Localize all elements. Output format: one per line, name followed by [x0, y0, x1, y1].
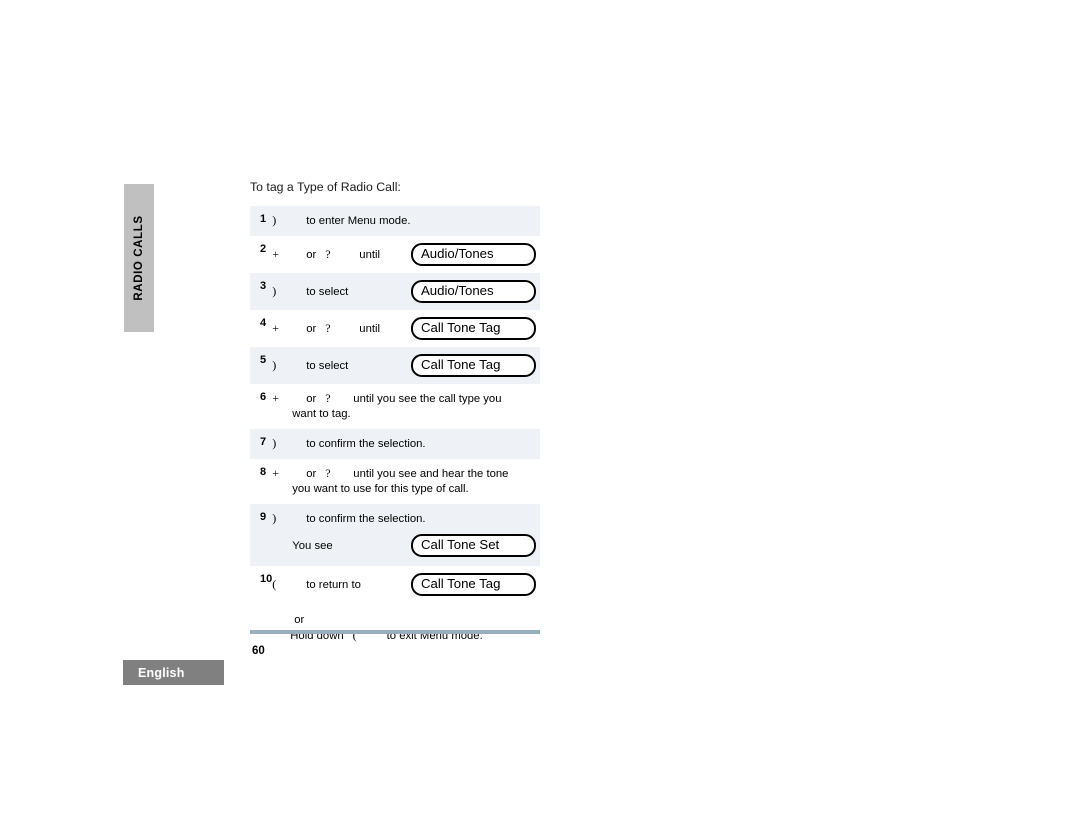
step-body: + or? until you see and hear the tone you …: [272, 459, 540, 504]
subline-label: You see: [292, 539, 333, 552]
table-row: 8 + or? until you see and hear the tone yo…: [250, 459, 540, 504]
step-suffix: until: [359, 322, 381, 335]
table-row: 3 ) to select Audio/Tones: [250, 273, 540, 310]
step-text: to enter Menu mode.: [306, 215, 411, 227]
procedure-title: To tag a Type of Radio Call:: [250, 180, 401, 194]
table-row: 5 ) to select Call Tone Tag: [250, 347, 540, 384]
language-tab-label: English: [138, 665, 185, 680]
radio-display-box: Audio/Tones: [411, 243, 536, 266]
button-symbol-icon: ): [272, 283, 277, 298]
step-connector: or: [306, 468, 317, 480]
step-number: 5: [260, 354, 267, 366]
manual-page: RADIO CALLS To tag a Type of Radio Call:…: [0, 0, 1080, 834]
radio-display-box: Audio/Tones: [411, 280, 536, 303]
step-number: 2: [260, 243, 267, 255]
table-row-subline: You see Call Tone Set: [250, 534, 540, 566]
language-tab: English: [123, 660, 224, 685]
step-number: 7: [260, 436, 267, 448]
button-symbol-icon: +: [272, 466, 280, 480]
button-symbol-icon: ): [272, 511, 277, 525]
button-symbol-icon: ): [272, 357, 277, 372]
table-row: 1 ) to enter Menu mode.: [250, 206, 540, 236]
radio-display-box: Call Tone Tag: [411, 354, 536, 377]
step-text: to select: [306, 285, 349, 298]
button-symbol-icon: +: [272, 320, 280, 335]
step-connector: or: [306, 248, 317, 261]
section-tab-label: RADIO CALLS: [133, 215, 145, 301]
display-box-holder: Call Tone Tag: [411, 317, 536, 340]
button-symbol-alt-icon: ?: [325, 246, 331, 261]
step-body: + or? until Call Tone Tag: [272, 310, 540, 347]
table-row: 7 ) to confirm the selection.: [250, 429, 540, 459]
step-number: 4: [260, 317, 267, 329]
radio-display-box: Call Tone Tag: [411, 573, 536, 596]
step-number: 8: [260, 466, 267, 478]
step-suffix: until you see and hear the tone: [353, 468, 509, 480]
step-wrap-text: you want to use for this type of call.: [292, 483, 469, 495]
step-body: ) to enter Menu mode.: [272, 206, 540, 236]
button-symbol-icon: +: [272, 246, 280, 261]
bottom-divider: [250, 630, 540, 634]
button-symbol-alt-icon: ?: [325, 320, 331, 335]
step-body: + or? until you see the call type you want…: [272, 384, 540, 429]
section-tab-radio-calls: RADIO CALLS: [124, 184, 154, 332]
button-symbol-alt-icon: ?: [325, 466, 331, 480]
step-number: 9: [260, 511, 267, 523]
table-row: 6 + or? until you see the call type you wa…: [250, 384, 540, 429]
button-symbol-icon: ): [272, 436, 277, 450]
step-body: ) to select Call Tone Tag: [272, 347, 540, 384]
step-connector: or: [306, 322, 317, 335]
table-row: 10 ( to return to Call Tone Tag: [250, 566, 540, 603]
button-symbol-icon: (: [272, 576, 277, 591]
steps-table: 1 ) to enter Menu mode. 2 + or? until Au…: [250, 206, 540, 652]
step-body: ) to select Audio/Tones: [272, 273, 540, 310]
display-box-holder: Audio/Tones: [411, 243, 536, 266]
display-box-holder: Audio/Tones: [411, 280, 536, 303]
step-body: ) to confirm the selection.: [272, 429, 540, 459]
step-number-spacer: [250, 534, 272, 566]
step-number: 3: [260, 280, 267, 292]
radio-display-box: Call Tone Tag: [411, 317, 536, 340]
step-text: to confirm the selection.: [306, 513, 426, 525]
step-body: + or? until Audio/Tones: [272, 236, 540, 273]
button-symbol-icon: +: [272, 391, 280, 405]
step-text: to confirm the selection.: [306, 438, 426, 450]
step-text: to return to: [306, 578, 361, 591]
display-box-holder: Call Tone Set: [411, 534, 536, 557]
step-number: 10: [260, 573, 273, 585]
step-subline: You see Call Tone Set: [272, 534, 540, 566]
button-symbol-alt-icon: ?: [325, 391, 331, 405]
step-text: to select: [306, 359, 349, 372]
step-connector: or: [306, 393, 317, 405]
step-tail: or Hold down(to exit Menu mode.: [272, 603, 540, 652]
procedure-content: To tag a Type of Radio Call: 1 ) to enter…: [250, 180, 540, 652]
step-wrap-text: want to tag.: [292, 408, 351, 420]
radio-display-box: Call Tone Set: [411, 534, 536, 557]
step-body: ( to return to Call Tone Tag: [272, 566, 540, 603]
tail-or-label: or: [294, 614, 305, 626]
page-number: 60: [252, 645, 265, 657]
step-suffix: until: [359, 248, 381, 261]
button-symbol-icon: ): [272, 213, 277, 227]
table-row: 9 ) to confirm the selection.: [250, 504, 540, 534]
step-number: 1: [260, 213, 267, 225]
table-row: 4 + or? until Call Tone Tag: [250, 310, 540, 347]
table-row: 2 + or? until Audio/Tones: [250, 236, 540, 273]
step-suffix: until you see the call type you: [353, 393, 502, 405]
step-body: ) to confirm the selection.: [272, 504, 540, 534]
display-box-holder: Call Tone Tag: [411, 354, 536, 377]
display-box-holder: Call Tone Tag: [411, 573, 536, 596]
table-row-tail: or Hold down(to exit Menu mode.: [250, 603, 540, 652]
step-number: 6: [260, 391, 267, 403]
